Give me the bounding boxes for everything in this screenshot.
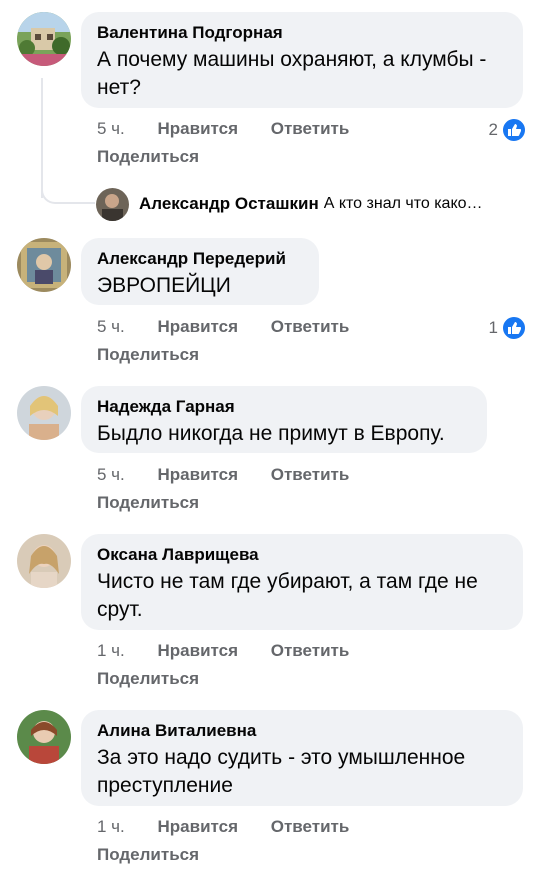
reaction-count-value: 2 — [488, 120, 498, 139]
avatar[interactable] — [17, 386, 71, 440]
avatar[interactable] — [17, 12, 71, 66]
comment-text: За это надо судить - это умышленное прес… — [97, 746, 466, 797]
comment-text: ЭВРОПЕЙЦИ — [97, 274, 231, 297]
thread-curve — [41, 178, 95, 204]
reaction-count-value: 1 — [488, 318, 498, 337]
reply-author[interactable]: Александр Осташкин — [139, 194, 319, 214]
comment-time[interactable]: 5 ч. — [97, 117, 125, 141]
reply-button[interactable]: Ответить — [271, 639, 350, 663]
comment-bubble: Валентина Подгорная А почему машины охра… — [81, 12, 523, 108]
comment-actions: 1 ч. Нравится Ответить Поделиться — [97, 815, 527, 867]
comment-bubble: Александр Передерий ЭВРОПЕЙЦИ — [81, 238, 319, 305]
avatar[interactable] — [17, 238, 71, 292]
comment-actions: 5 ч. Нравится Ответить 2 Поделиться — [97, 117, 527, 169]
like-button[interactable]: Нравится — [158, 815, 239, 839]
reply-text: А кто знал что како… — [323, 195, 483, 212]
comment-text: А почему машины охраняют, а клумбы - нет… — [97, 48, 487, 99]
reply-preview[interactable]: Александр Осташкин А кто знал что како… — [96, 186, 526, 222]
reply-button[interactable]: Ответить — [271, 815, 350, 839]
avatar[interactable] — [17, 710, 71, 764]
thumbs-up-icon — [501, 117, 527, 143]
share-button[interactable]: Поделиться — [97, 669, 199, 688]
comment-bubble: Надежда Гарная Быдло никогда не примут в… — [81, 386, 487, 453]
comment-actions: 5 ч. Нравится Ответить Поделиться — [97, 463, 527, 515]
comment-bubble: Оксана Лаврищева Чисто не там где убираю… — [81, 534, 523, 630]
comment-time[interactable]: 5 ч. — [97, 463, 125, 487]
comment-author[interactable]: Валентина Подгорная — [97, 23, 507, 43]
comment-author[interactable]: Алина Виталиевна — [97, 721, 507, 741]
comment-author[interactable]: Надежда Гарная — [97, 397, 471, 417]
comment-text: Быдло никогда не примут в Европу. — [97, 422, 445, 445]
comment-author[interactable]: Александр Передерий — [97, 249, 303, 269]
comment-actions: 1 ч. Нравится Ответить Поделиться — [97, 639, 527, 691]
like-button[interactable]: Нравится — [158, 117, 239, 141]
comment-bubble: Алина Виталиевна За это надо судить - эт… — [81, 710, 523, 806]
reply-avatar[interactable] — [96, 187, 129, 221]
avatar[interactable] — [17, 534, 71, 588]
comment-time[interactable]: 1 ч. — [97, 639, 125, 663]
reaction-count[interactable]: 1 — [489, 315, 527, 341]
reply-button[interactable]: Ответить — [271, 315, 350, 339]
comment-author[interactable]: Оксана Лаврищева — [97, 545, 507, 565]
reply-button[interactable]: Ответить — [271, 463, 350, 487]
comment-text: Чисто не там где убирают, а там где не с… — [97, 570, 478, 621]
reply-button[interactable]: Ответить — [271, 117, 350, 141]
comment-time[interactable]: 5 ч. — [97, 315, 125, 339]
share-button[interactable]: Поделиться — [97, 147, 199, 166]
like-button[interactable]: Нравится — [158, 639, 239, 663]
share-button[interactable]: Поделиться — [97, 845, 199, 864]
like-button[interactable]: Нравится — [158, 315, 239, 339]
comment-actions: 5 ч. Нравится Ответить 1 Поделиться — [97, 315, 527, 367]
comment-time[interactable]: 1 ч. — [97, 815, 125, 839]
like-button[interactable]: Нравится — [158, 463, 239, 487]
thumbs-up-icon — [501, 315, 527, 341]
share-button[interactable]: Поделиться — [97, 345, 199, 364]
reaction-count[interactable]: 2 — [489, 117, 527, 143]
share-button[interactable]: Поделиться — [97, 493, 199, 512]
